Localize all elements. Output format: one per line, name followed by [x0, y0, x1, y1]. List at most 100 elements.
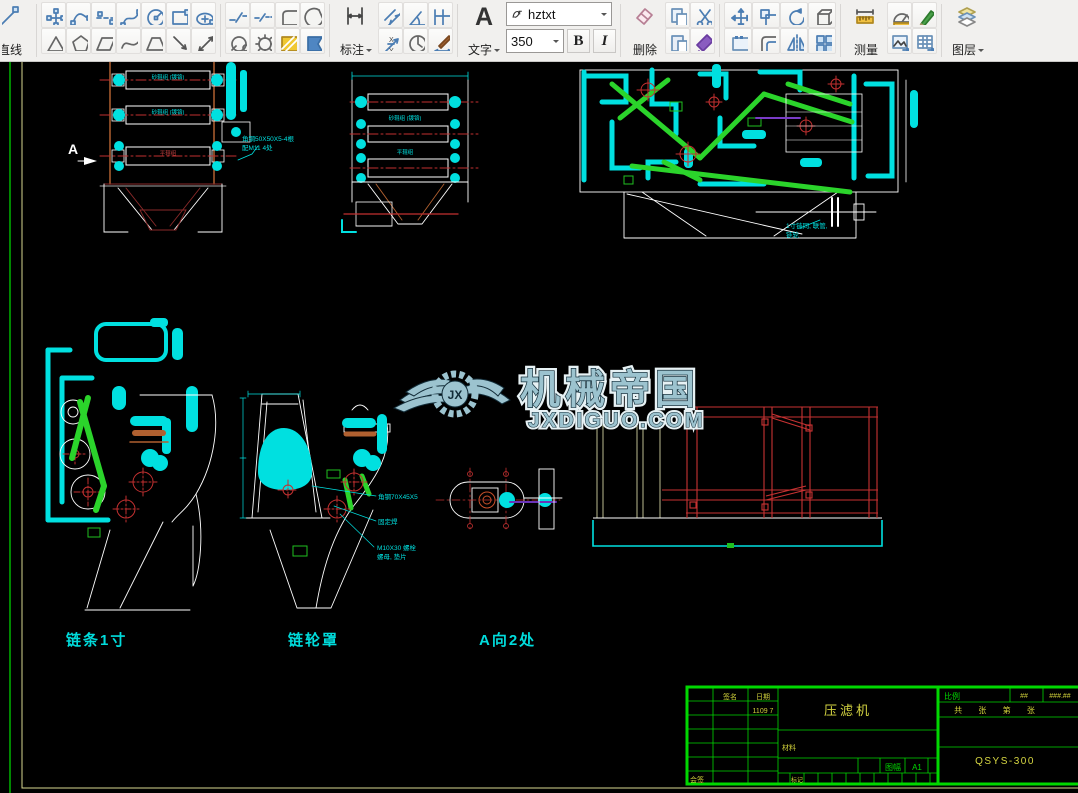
measure-label: 测量	[853, 43, 878, 57]
text-tool-button[interactable]: A 文字	[462, 2, 506, 58]
angle-dimension-icon	[409, 10, 425, 25]
curve-tool-button[interactable]	[116, 28, 141, 54]
font-family-value: hztxt	[528, 6, 556, 22]
linear-dimension-icon	[347, 7, 363, 25]
view-sprocket-cover[interactable]: 角钢70X45X5 固定焊 M10X30 螺栓 螺母, 垫片	[239, 390, 418, 609]
array-button[interactable]	[808, 28, 836, 54]
hatch-button[interactable]	[275, 28, 300, 54]
rotate-button[interactable]	[780, 2, 808, 28]
aligned-dimension-button[interactable]	[378, 2, 403, 28]
move-button[interactable]	[724, 2, 752, 28]
tb-value-2: ###.##	[1049, 693, 1071, 700]
toolbar-separator	[620, 4, 621, 57]
chevron-down-icon	[553, 39, 559, 43]
font-family-select[interactable]: hztxt	[506, 2, 612, 26]
hatch-icon	[281, 35, 297, 51]
view-a-detail[interactable]	[435, 467, 563, 533]
toolbar-separator	[457, 4, 458, 57]
line-tool-button[interactable]: 直线	[2, 2, 32, 58]
divide-line-button[interactable]	[250, 2, 275, 28]
view-side-rollers[interactable]: 砂辊组 (镀铬) 平辊组	[341, 71, 479, 233]
drawing-canvas[interactable]: 砂辊组 (镀铬) 砂辊组 (镀铬) 平辊组 A 角钢50X50X5-4根 配M1…	[0, 62, 1078, 793]
tb-sheet-size: A1	[912, 763, 922, 772]
gear-button[interactable]	[250, 28, 275, 54]
mirror-button[interactable]	[780, 28, 808, 54]
arrow-tool-button[interactable]	[166, 28, 191, 54]
spline-button[interactable]	[116, 2, 141, 28]
node-edit-button[interactable]	[41, 2, 66, 28]
tangent-circle-icon	[231, 35, 247, 51]
angle-dimension-button[interactable]	[403, 2, 428, 28]
protractor-button[interactable]	[887, 2, 912, 28]
parallelogram-tool-button[interactable]	[91, 28, 116, 54]
wipeout-button[interactable]	[300, 28, 325, 54]
cad-viewport[interactable]: 砂辊组 (镀铬) 砂辊组 (镀铬) 平辊组 A 角钢50X50X5-4根 配M1…	[0, 62, 1078, 793]
caption-view-a: A向2处	[479, 631, 536, 649]
side-note-line2: 链轮	[786, 230, 800, 239]
layer-button[interactable]: 图层	[946, 2, 990, 58]
rectangle-tool-button[interactable]	[166, 2, 191, 28]
tangent-circle-button[interactable]	[225, 28, 250, 54]
tb-value-1: ##	[1020, 693, 1028, 700]
stamp-icon	[731, 35, 748, 51]
font-size-select[interactable]: 350	[506, 29, 564, 53]
annotate-pen-button[interactable]	[912, 2, 937, 28]
bold-button[interactable]: B	[567, 29, 590, 53]
toolbar-separator	[719, 4, 720, 57]
export-image-button[interactable]	[887, 28, 912, 54]
radius-dimension-icon	[409, 34, 425, 51]
export-table-button[interactable]	[912, 28, 937, 54]
copy-icon	[671, 7, 687, 25]
centerline-button[interactable]	[91, 2, 116, 28]
toolbar-separator	[941, 4, 942, 57]
trapezoid-icon	[146, 36, 163, 51]
text-tool-icon: A	[474, 3, 494, 31]
copy-button[interactable]	[665, 2, 690, 28]
scale-button[interactable]	[752, 2, 780, 28]
circle-tool-button[interactable]	[141, 2, 166, 28]
trapezoid-tool-button[interactable]	[141, 28, 166, 54]
format-painter-button[interactable]	[690, 28, 715, 54]
move-icon	[730, 7, 748, 25]
measure-button[interactable]: 测量	[845, 2, 887, 58]
polyline-arc-button[interactable]	[66, 2, 91, 28]
line-icon	[2, 6, 19, 25]
ellipse-tool-button[interactable]	[191, 2, 216, 28]
coordinate-dimension-button[interactable]: XY	[378, 28, 403, 54]
triangle-tool-button[interactable]	[41, 28, 66, 54]
delete-button[interactable]: 删除	[625, 2, 665, 58]
paste-button[interactable]	[665, 28, 690, 54]
offset-button[interactable]	[752, 28, 780, 54]
double-arrow-icon	[198, 35, 213, 51]
cut-button[interactable]	[690, 2, 715, 28]
stamp-button[interactable]	[724, 28, 752, 54]
centerline-icon	[96, 10, 113, 25]
view-front-rollers[interactable]: 砂辊组 (镀铬) 砂辊组 (镀铬) 平辊组 A 角钢50X50X5-4根 配M1…	[68, 62, 295, 233]
toolbar-separator	[220, 4, 221, 57]
break-line-button[interactable]	[225, 2, 250, 28]
view-machine-elevation[interactable]: 1寸链同, 联管, 链轮	[579, 64, 918, 239]
svg-text:Y: Y	[389, 48, 394, 51]
view-3d-button[interactable]	[808, 2, 836, 28]
scale-icon	[759, 8, 776, 25]
arc-trim-button[interactable]	[300, 2, 325, 28]
italic-button[interactable]: I	[593, 29, 616, 53]
dimension-edit-button[interactable]	[428, 28, 453, 54]
chevron-down-icon	[366, 49, 372, 52]
double-arrow-tool-button[interactable]	[191, 28, 216, 54]
tb-scale-label: 比例	[944, 691, 960, 701]
dimension-edit-icon	[434, 34, 450, 51]
dimension-tool-button[interactable]: 标注	[334, 2, 378, 58]
toolbar-group-layer: 图层	[943, 1, 995, 60]
continued-dimension-button[interactable]	[428, 2, 453, 28]
polygon-tool-button[interactable]	[66, 28, 91, 54]
eraser-icon	[636, 8, 653, 25]
format-painter-icon	[696, 33, 712, 51]
layers-icon	[958, 7, 976, 27]
view-chain-drive[interactable]	[45, 318, 217, 611]
tb-mark-label: 标记	[791, 776, 803, 784]
fillet-button[interactable]	[275, 2, 300, 28]
radius-dimension-button[interactable]	[403, 28, 428, 54]
toolbar-group-measure: 测量	[842, 1, 940, 60]
scissors-icon	[696, 8, 712, 25]
